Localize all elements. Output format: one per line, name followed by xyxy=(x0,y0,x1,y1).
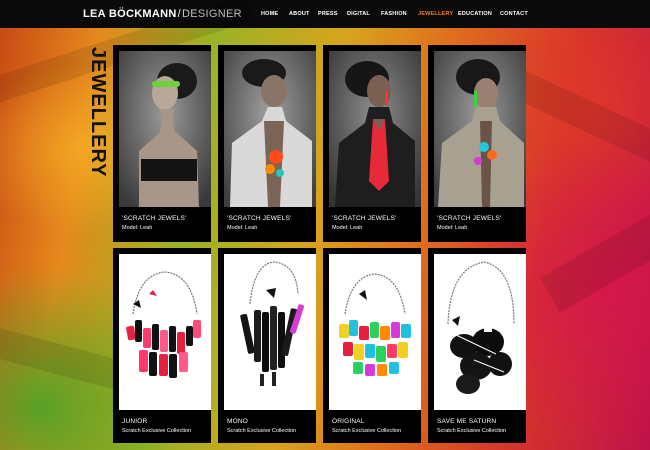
nav-item-jewellery[interactable]: JEWELLERY xyxy=(418,9,453,19)
card-subtitle: Model: Leah xyxy=(122,225,153,231)
model-photo-icon xyxy=(434,51,526,207)
model-photo-icon xyxy=(119,51,211,207)
card-subtitle: Scratch Exclusive Collection xyxy=(227,428,297,434)
card-title: MONO xyxy=(227,418,249,425)
necklace-photo-icon xyxy=(329,254,421,410)
bg-shape xyxy=(540,198,650,313)
nav-item-education[interactable]: EDUCATION xyxy=(458,9,492,19)
card-title: 'SCRATCH JEWELS' xyxy=(227,215,292,222)
gallery-card-model-3[interactable]: 'SCRATCH JEWELS' Model: Leah xyxy=(323,45,421,242)
card-title: 'SCRATCH JEWELS' xyxy=(332,215,397,222)
gallery-card-model-4[interactable]: 'SCRATCH JEWELS' Model: Leah xyxy=(428,45,526,242)
gallery-card-save-me-saturn[interactable]: SAVE ME SATURN Scratch Exclusive Collect… xyxy=(428,248,526,443)
gallery-card-junior[interactable]: JUNIOR Scratch Exclusive Collection xyxy=(113,248,211,443)
card-subtitle: Scratch Exclusive Collection xyxy=(122,428,192,434)
top-bar: LEA BÖCKMANN/DESIGNER HOME ABOUT PRESS D… xyxy=(0,0,650,28)
card-title: 'SCRATCH JEWELS' xyxy=(437,215,502,222)
card-subtitle: Model: Leah xyxy=(332,225,363,231)
model-photo-icon xyxy=(329,51,421,207)
gallery-card-mono[interactable]: MONO Scratch Exclusive Collection xyxy=(218,248,316,443)
card-title: ORIGINAL xyxy=(332,418,365,425)
nav-item-about[interactable]: ABOUT xyxy=(289,9,310,19)
section-title: JEWELLERY/ xyxy=(86,47,110,177)
card-subtitle: Model: Leah xyxy=(227,225,258,231)
model-photo-icon xyxy=(224,51,316,207)
nav-item-fashion[interactable]: FASHION xyxy=(381,9,407,19)
necklace-photo-icon xyxy=(119,254,211,410)
section-title-text: JEWELLERY/ xyxy=(87,47,109,177)
gallery-card-model-2[interactable]: 'SCRATCH JEWELS' Model: Leah xyxy=(218,45,316,242)
card-title: SAVE ME SATURN xyxy=(437,418,497,425)
necklace-photo-icon xyxy=(224,254,316,410)
nav-item-home[interactable]: HOME xyxy=(261,9,278,19)
gallery-card-model-1[interactable]: 'SCRATCH JEWELS' Model: Leah xyxy=(113,45,211,242)
nav-item-press[interactable]: PRESS xyxy=(318,9,338,19)
card-subtitle: Scratch Exclusive Collection xyxy=(332,428,402,434)
bg-shape xyxy=(507,68,650,180)
card-title: JUNIOR xyxy=(122,418,148,425)
card-subtitle: Scratch Exclusive Collection xyxy=(437,428,507,434)
nav-item-contact[interactable]: CONTACT xyxy=(500,9,528,19)
necklace-photo-icon xyxy=(434,254,526,410)
bg-shape xyxy=(0,328,126,391)
brand-name: LEA BÖCKMANN xyxy=(83,8,177,20)
card-title: 'SCRATCH JEWELS' xyxy=(122,215,187,222)
gallery-card-original[interactable]: ORIGINAL Scratch Exclusive Collection xyxy=(323,248,421,443)
card-subtitle: Model: Leah xyxy=(437,225,468,231)
nav-item-digital[interactable]: DIGITAL xyxy=(347,9,370,19)
